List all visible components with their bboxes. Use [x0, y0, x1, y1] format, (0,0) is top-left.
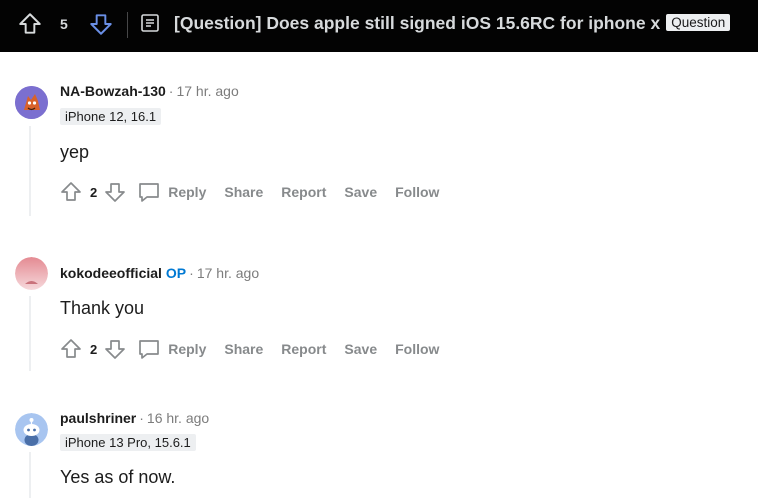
save-button[interactable]: Save	[344, 341, 377, 357]
avatar[interactable]	[15, 86, 48, 119]
follow-button[interactable]: Follow	[395, 184, 439, 200]
vote-count: 2	[90, 184, 98, 200]
follow-button[interactable]: Follow	[395, 341, 439, 357]
post-title-text[interactable]: [Question] Does apple still signed iOS 1…	[174, 13, 660, 33]
share-button[interactable]: Share	[224, 184, 263, 200]
timestamp[interactable]: 17 hr. ago	[197, 265, 259, 281]
post-top-bar: 5 [Question] Does apple still signed iOS…	[0, 0, 758, 52]
reply-label[interactable]: Reply	[168, 341, 206, 357]
comment-actions: 2 Reply Share Report Save Follow	[58, 177, 457, 207]
downvote-icon[interactable]	[102, 179, 128, 205]
report-button[interactable]: Report	[281, 184, 326, 200]
thread-line[interactable]	[29, 452, 31, 498]
post-title[interactable]: [Question] Does apple still signed iOS 1…	[174, 13, 731, 34]
comment-body: Thank you	[60, 298, 145, 318]
save-button[interactable]: Save	[344, 184, 377, 200]
upvote-icon[interactable]	[58, 179, 84, 205]
report-button[interactable]: Report	[281, 341, 326, 357]
author-name[interactable]: paulshriner	[60, 410, 136, 426]
comment-meta: kokodeeofficial OP · 17 hr. ago	[60, 265, 259, 281]
post-flair-badge[interactable]: Question	[666, 14, 731, 31]
reply-button[interactable]: Reply	[136, 179, 224, 205]
comment-bubble-icon	[136, 336, 162, 362]
comment-meta: paulshriner · 16 hr. ago	[60, 410, 209, 426]
topbar-divider	[127, 12, 128, 38]
comment-body: Yes as of now.	[60, 467, 176, 487]
reply-label[interactable]: Reply	[168, 184, 206, 200]
comment-body: yep	[60, 142, 90, 162]
vote-count: 2	[90, 341, 98, 357]
comment-actions: 2 Reply Share Report Save Follow	[58, 334, 457, 364]
avatar[interactable]	[15, 413, 48, 446]
comment-meta: NA-Bowzah-130 · 17 hr. ago	[60, 83, 239, 99]
share-button[interactable]: Share	[224, 341, 263, 357]
thread-line[interactable]	[29, 126, 31, 216]
user-flair: iPhone 13 Pro, 15.6.1	[60, 434, 196, 451]
timestamp[interactable]: 17 hr. ago	[176, 83, 238, 99]
downvote-icon[interactable]	[102, 336, 128, 362]
meta-separator: ·	[189, 265, 194, 281]
user-flair: iPhone 12, 16.1	[60, 108, 162, 125]
reply-button[interactable]: Reply	[136, 336, 224, 362]
post-score: 5	[60, 16, 68, 32]
meta-separator: ·	[139, 410, 144, 426]
avatar[interactable]	[15, 257, 48, 290]
downvote-arrow-icon[interactable]	[87, 10, 115, 38]
author-name[interactable]: kokodeeofficial	[60, 265, 162, 281]
timestamp[interactable]: 16 hr. ago	[147, 410, 209, 426]
op-badge: OP	[165, 265, 187, 281]
upvote-icon[interactable]	[58, 336, 84, 362]
comment-bubble-icon	[136, 179, 162, 205]
upvote-arrow-icon[interactable]	[16, 10, 44, 38]
text-post-icon	[139, 12, 161, 34]
author-name[interactable]: NA-Bowzah-130	[60, 83, 166, 99]
meta-separator: ·	[168, 83, 174, 99]
thread-line[interactable]	[29, 296, 31, 371]
